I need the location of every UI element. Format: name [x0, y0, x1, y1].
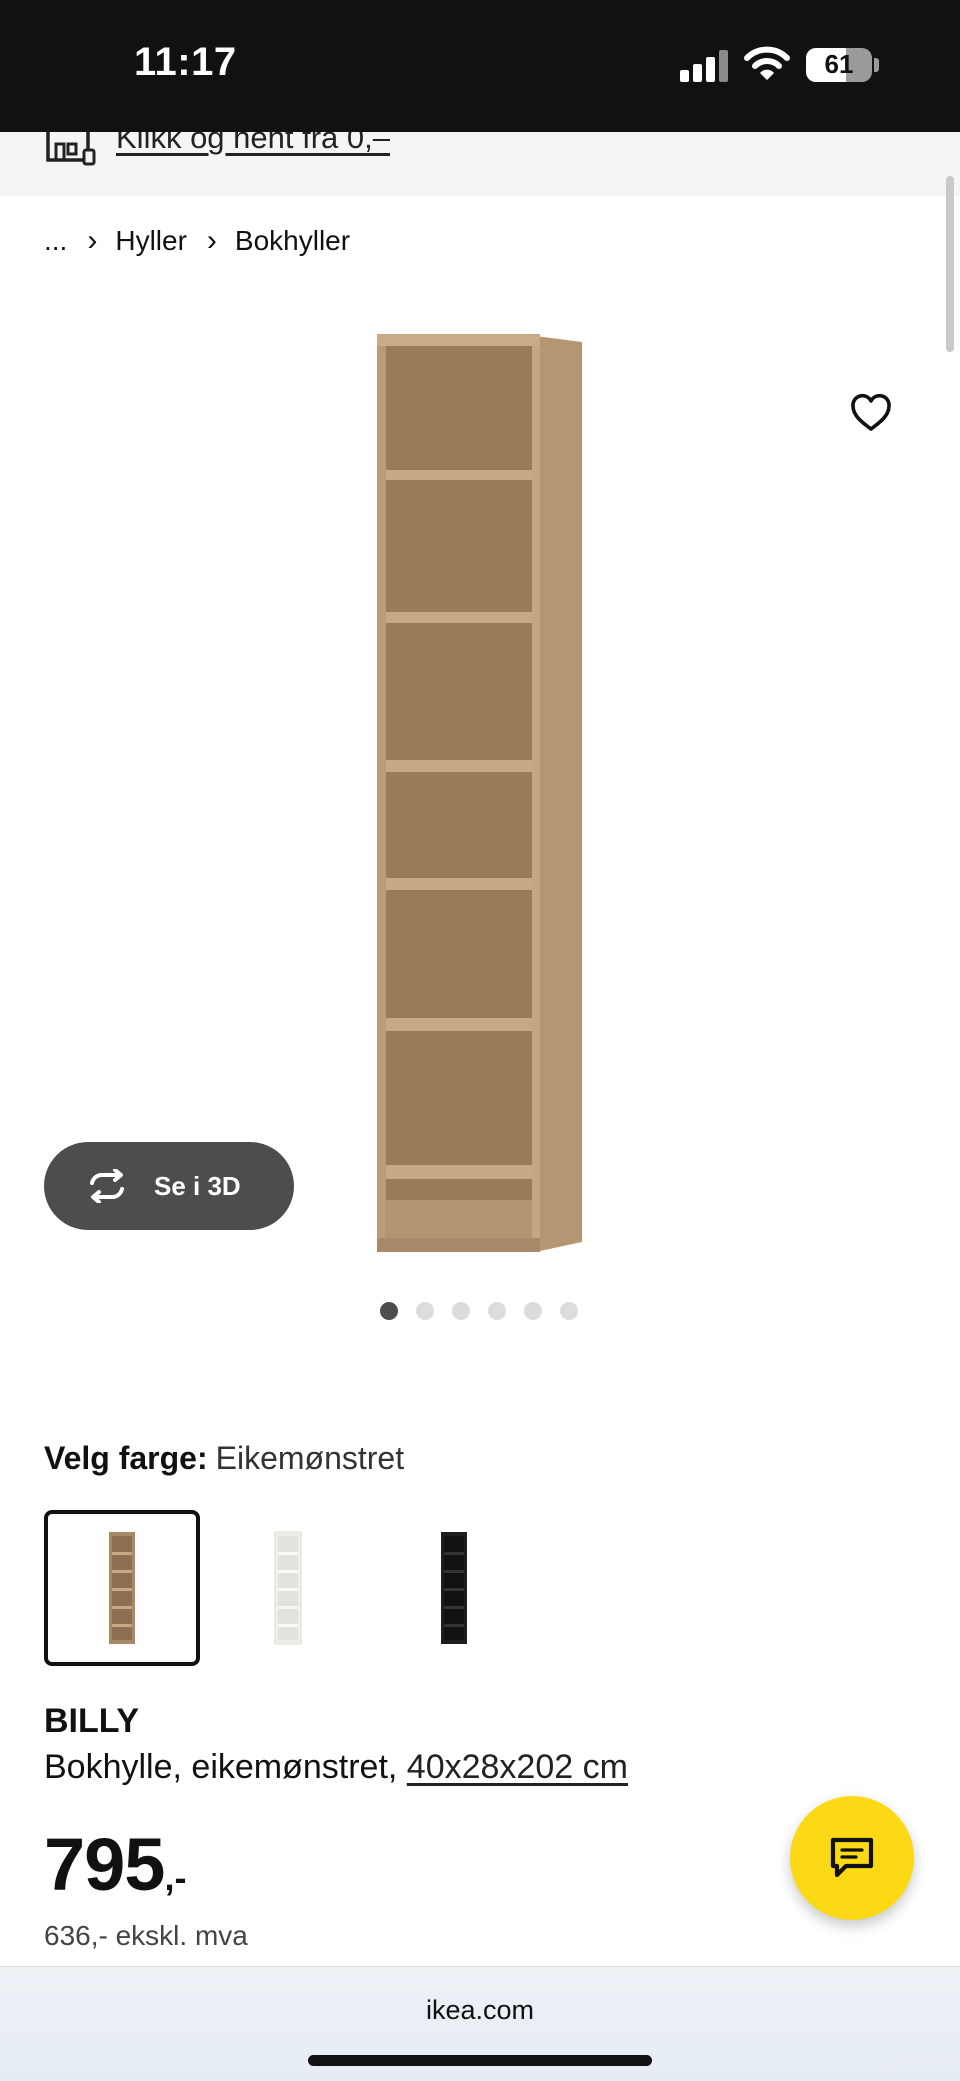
price-excl-vat: 636,- ekskl. mva — [44, 1920, 248, 1951]
product-description-text: Bokhylle, eikemønstret, — [44, 1748, 407, 1786]
status-bar: 11:17 61 — [0, 0, 960, 132]
chevron-right-icon: › — [206, 224, 217, 257]
view-in-3d-label: Se i 3D — [154, 1170, 241, 1201]
chat-button[interactable] — [790, 1796, 914, 1920]
favorite-button[interactable] — [826, 368, 916, 458]
color-option-white[interactable] — [210, 1510, 366, 1666]
product-name: BILLY — [44, 1702, 140, 1740]
pickup-banner: Klikk og hent fra 0,– — [0, 132, 960, 196]
store-pickup-icon — [46, 132, 96, 166]
swatch-white-image — [274, 1531, 302, 1645]
product-description: Bokhylle, eikemønstret, 40x28x202 cm — [44, 1748, 628, 1787]
battery-percent: 61 — [824, 49, 854, 79]
pagination-dot[interactable] — [380, 1302, 398, 1320]
page-scrollbar[interactable] — [946, 176, 954, 352]
product-image[interactable] — [360, 320, 620, 1260]
price-amount: 795 — [44, 1823, 165, 1906]
click-and-collect-link[interactable]: Klikk og hent fra 0,– — [116, 132, 390, 156]
chevron-right-icon: › — [87, 224, 98, 257]
color-option-oak[interactable] — [44, 1510, 200, 1666]
battery-icon: 61 — [806, 48, 872, 82]
swatch-oak-image — [109, 1532, 135, 1644]
color-selection-label: Velg farge: Eikemønstret — [44, 1440, 404, 1477]
url-text[interactable]: ikea.com — [0, 1995, 960, 2026]
pagination-dot[interactable] — [560, 1302, 578, 1320]
battery-tip — [874, 58, 879, 72]
pagination-dot[interactable] — [488, 1302, 506, 1320]
color-label-title: Velg farge: — [44, 1440, 208, 1476]
pagination-dot[interactable] — [452, 1302, 470, 1320]
breadcrumb: ... › Hyller › Bokhyller — [44, 224, 350, 258]
price-suffix: ,- — [164, 1857, 187, 1898]
product-dimensions-link[interactable]: 40x28x202 cm — [407, 1748, 628, 1786]
view-in-3d-button[interactable]: Se i 3D — [44, 1142, 294, 1230]
home-indicator[interactable] — [308, 2055, 652, 2066]
swatch-black-image — [441, 1532, 467, 1644]
status-time: 11:17 — [134, 40, 237, 84]
chat-icon — [830, 1837, 874, 1878]
breadcrumb-hyller[interactable]: Hyller — [115, 225, 187, 257]
pagination-dot[interactable] — [524, 1302, 542, 1320]
image-pagination — [380, 1302, 596, 1320]
heart-icon — [851, 393, 891, 431]
rotate-3d-icon — [90, 1169, 124, 1203]
breadcrumb-bokhyller[interactable]: Bokhyller — [235, 225, 350, 257]
signal-icon — [680, 50, 730, 82]
breadcrumb-ellipsis[interactable]: ... — [44, 225, 67, 257]
selected-color-name: Eikemønstret — [215, 1440, 405, 1476]
browser-url-bar[interactable]: ikea.com — [0, 1966, 960, 2081]
product-price: 795 ,- — [44, 1822, 186, 1907]
color-option-black[interactable] — [376, 1510, 532, 1666]
pagination-dot[interactable] — [416, 1302, 434, 1320]
wifi-icon — [744, 44, 790, 82]
